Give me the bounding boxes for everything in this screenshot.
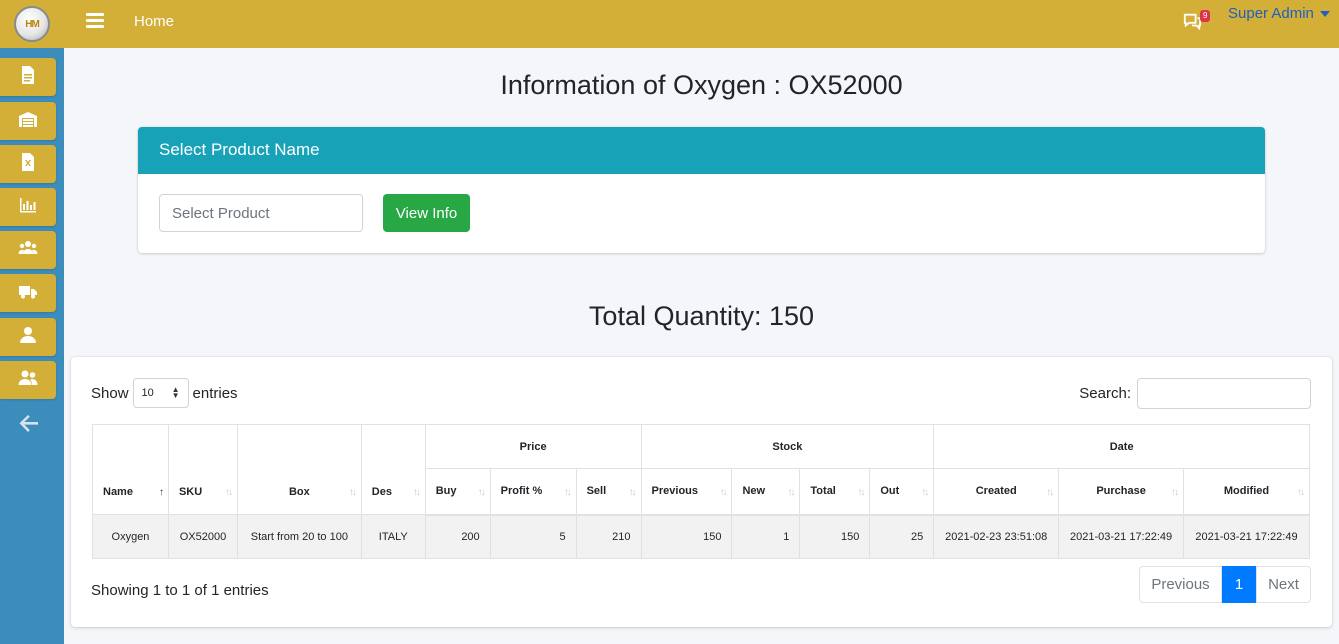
group-header-price: Price [424,424,642,469]
product-table: Name ↑ SKU ↑↓ Box ↑↓ Des ↑↓ Price Stock Date… [92,424,1310,559]
sort-icon: ↑↓ [224,487,233,498]
sort-icon: ↑↓ [412,487,421,498]
column-header-previous[interactable]: Previous ↑↓ [640,468,733,516]
users-group-icon [18,238,38,263]
sidebar-logo-area: HM [0,0,64,48]
column-header-buy[interactable]: Buy ↑↓ [424,468,491,516]
sort-icon: ↑↓ [1171,486,1179,498]
next-page-button[interactable]: Next [1256,566,1311,603]
column-header-out[interactable]: Out ↑↓ [869,468,935,516]
sidebar-item-excel[interactable] [0,145,56,183]
sort-icon: ↑↓ [563,486,572,498]
column-header-total[interactable]: Total ↑↓ [799,468,871,516]
caret-down-icon [1319,10,1330,17]
cell-box: Start from 20 to 100 [236,514,362,559]
arrow-left-icon[interactable] [18,412,40,434]
sidebar-item-warehouse[interactable] [0,102,56,140]
document-icon [18,65,38,90]
sort-icon: ↑↓ [1046,486,1054,498]
cell-total: 150 [799,514,871,559]
excel-file-icon [18,152,38,177]
previous-page-button[interactable]: Previous [1139,566,1222,603]
sort-asc-icon: ↑ [158,487,164,498]
cell-sell: 210 [575,514,642,559]
select-arrows-icon: ▲ ▼ [171,385,180,400]
messages-badge: 9 [1200,10,1211,22]
cell-profit: 5 [489,514,577,559]
total-quantity: Total Quantity: 150 [588,301,815,331]
select-product-input[interactable] [159,194,363,232]
column-header-sell[interactable]: Sell ↑↓ [575,468,642,516]
sort-icon: ↑↓ [628,486,637,498]
user-friends-icon [18,368,38,393]
table-row: Oxygen OX52000 Start from 20 to 100 ITAL… [92,514,1310,559]
column-header-name[interactable]: Name ↑ [92,424,169,515]
nav-home-link[interactable]: Home [134,13,174,30]
brand-logo[interactable]: HM [14,6,50,42]
hamburger-menu-icon[interactable] [86,13,104,31]
sidebar: HM [0,0,64,644]
bar-chart-icon [18,195,38,220]
table-info: Showing 1 to 1 of 1 entries [91,582,269,599]
card-header: Select Product Name [138,127,1265,174]
sort-icon: ↑↓ [719,486,727,498]
column-header-box[interactable]: Box ↑↓ [236,424,362,515]
warehouse-icon [18,109,38,134]
cell-sku: OX52000 [167,514,238,559]
top-navbar: Home 9 Super Admin [64,0,1339,48]
page-length-control: Show 10 ▲ ▼ entries [91,378,238,408]
search-input[interactable] [1137,378,1311,409]
truck-icon [18,281,38,306]
data-table-panel: Show 10 ▲ ▼ entries Search: Name ↑ SKU ↑↓ B… [71,357,1332,627]
user-icon [18,325,38,350]
sidebar-item-documents[interactable] [0,58,56,96]
column-header-des[interactable]: Des ↑↓ [360,424,426,515]
sidebar-item-reports[interactable] [0,188,56,226]
sort-icon: ↑↓ [857,486,865,498]
cell-buy: 200 [424,514,491,559]
cell-purchase: 2021-03-21 17:22:49 [1058,514,1185,559]
sidebar-item-team[interactable] [0,361,56,399]
column-header-modified[interactable]: Modified ↑↓ [1183,468,1310,516]
user-dropdown[interactable]: Super Admin [1228,5,1330,22]
sort-icon: ↑↓ [348,487,357,498]
column-header-purchase[interactable]: Purchase ↑↓ [1058,468,1185,516]
pagination: Previous 1 Next [1139,566,1311,603]
cell-modified: 2021-03-21 17:22:49 [1183,514,1310,559]
cell-des: ITALY [360,514,426,559]
user-name: Super Admin [1228,5,1314,22]
search-label: Search: [1079,385,1131,402]
table-search: Search: [1079,378,1311,409]
cell-name: Oxygen [92,514,169,559]
entries-label: entries [192,384,238,402]
sort-icon: ↑↓ [1297,486,1305,498]
column-header-new[interactable]: New ↑↓ [731,468,801,516]
show-label: Show [91,384,129,402]
page-length-value: 10 [141,387,154,399]
cell-previous: 150 [640,514,733,559]
page-length-select[interactable]: 10 ▲ ▼ [132,378,189,408]
view-info-button[interactable]: View Info [383,194,470,232]
select-product-card: Select Product Name View Info [138,127,1265,253]
cell-out: 25 [869,514,935,559]
sidebar-item-user[interactable] [0,318,56,356]
sort-icon: ↑↓ [787,486,795,498]
sidebar-item-delivery[interactable] [0,274,56,312]
cell-created: 2021-02-23 23:51:08 [933,514,1060,559]
page-1-button[interactable]: 1 [1222,566,1256,603]
sidebar-item-customers[interactable] [0,231,56,269]
group-header-date: Date [933,424,1310,469]
sort-icon: ↑↓ [921,486,929,498]
column-header-profit[interactable]: Profit % ↑↓ [489,468,577,516]
sort-icon: ↑↓ [477,486,486,498]
column-header-sku[interactable]: SKU ↑↓ [167,424,238,515]
column-header-created[interactable]: Created ↑↓ [933,468,1060,516]
page-title: Information of Oxygen : OX52000 [500,70,903,100]
group-header-stock: Stock [640,424,935,469]
cell-new: 1 [731,514,801,559]
